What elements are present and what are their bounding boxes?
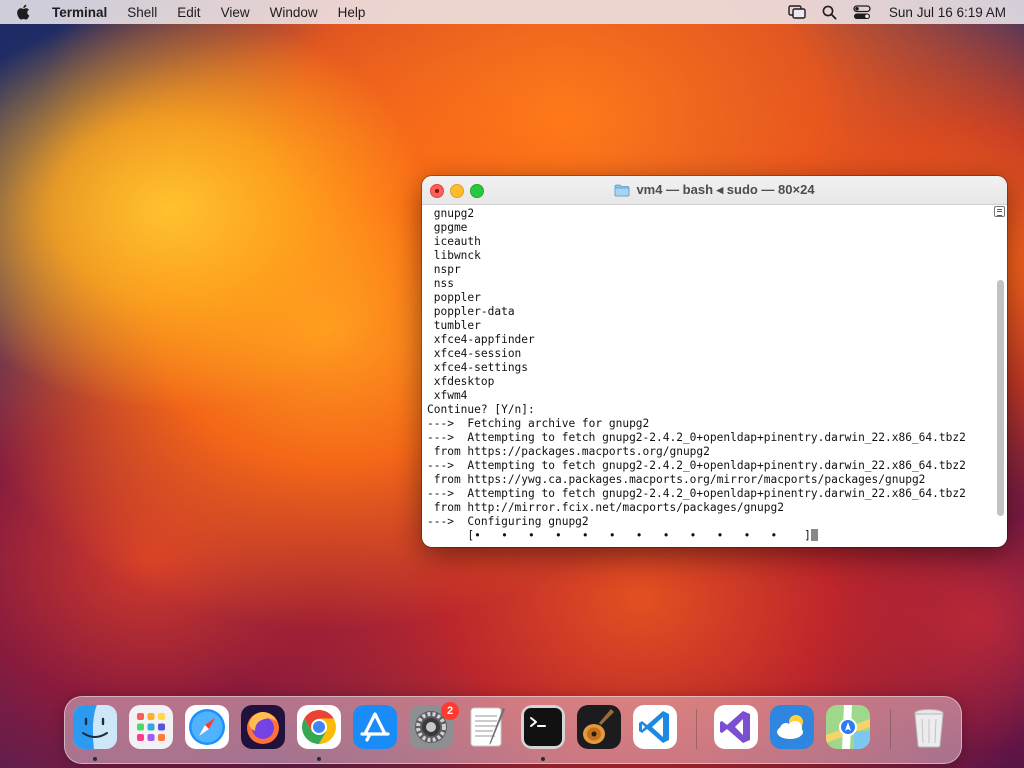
terminal-line: nss	[427, 277, 454, 290]
finder-icon	[73, 705, 117, 749]
menu-shell[interactable]: Shell	[127, 5, 157, 20]
terminal-title-text: vm4 — bash ◂ sudo — 80×24	[636, 182, 815, 197]
terminal-line: xfwm4	[427, 389, 468, 402]
terminal-line: gpgme	[427, 221, 468, 234]
terminal-line: tumbler	[427, 319, 481, 332]
vscode-icon	[633, 705, 677, 749]
terminal-line: ---> Attempting to fetch gnupg2-2.4.2_0+…	[427, 459, 966, 472]
menu-bar: Terminal Shell Edit View Window Help Sun…	[0, 0, 1024, 24]
terminal-line: iceauth	[427, 235, 481, 248]
launchpad-icon	[129, 705, 173, 749]
menu-bar-status-area: Sun Jul 16 6:19 AM	[772, 0, 1006, 24]
menu-window[interactable]: Window	[270, 5, 318, 20]
terminal-line: ---> Fetching archive for gnupg2	[427, 417, 650, 430]
dock-visual-studio[interactable]	[714, 705, 758, 749]
apple-menu-icon[interactable]	[16, 4, 38, 20]
terminal-running-indicator	[541, 757, 545, 761]
trash-icon	[914, 709, 944, 748]
dock-separator	[890, 709, 891, 749]
terminal-line: xfdesktop	[427, 375, 495, 388]
terminal-title-bar[interactable]: vm4 — bash ◂ sudo — 80×24	[422, 176, 1007, 205]
finder-running-indicator	[93, 757, 97, 761]
safari-icon	[185, 705, 229, 749]
terminal-line: ---> Attempting to fetch gnupg2-2.4.2_0+…	[427, 487, 966, 500]
terminal-line: xfce4-appfinder	[427, 333, 535, 346]
dock-textedit[interactable]	[465, 705, 509, 749]
menu-app-name[interactable]: Terminal	[52, 5, 107, 20]
dock-safari[interactable]	[185, 705, 229, 749]
terminal-title: vm4 — bash ◂ sudo — 80×24	[422, 176, 1007, 204]
maps-icon	[826, 705, 870, 749]
terminal-line: poppler-data	[427, 305, 515, 318]
app-store-icon	[353, 705, 397, 749]
terminal-line: gnupg2	[427, 207, 475, 220]
dock-app-store[interactable]	[353, 705, 397, 749]
terminal-line: libwnck	[427, 249, 481, 262]
dock-trash[interactable]	[907, 705, 951, 749]
terminal-window: vm4 — bash ◂ sudo — 80×24 gnupg2 gpgme i…	[422, 176, 1007, 547]
dock-vscode[interactable]	[633, 705, 677, 749]
terminal-line: Continue? [Y/n]:	[427, 403, 535, 416]
terminal-scrollbar[interactable]	[997, 280, 1004, 516]
terminal-line: ---> Configuring gnupg2	[427, 515, 589, 528]
terminal-line: xfce4-settings	[427, 361, 529, 374]
firefox-icon	[241, 705, 285, 749]
chrome-running-indicator	[317, 757, 321, 761]
dock-separator	[696, 709, 697, 749]
terminal-line: nspr	[427, 263, 461, 276]
terminal-line: from http://mirror.fcix.net/macports/pac…	[427, 501, 784, 514]
terminal-icon	[521, 705, 565, 749]
dock-firefox[interactable]	[241, 705, 285, 749]
terminal-line: from https://ywg.ca.packages.macports.or…	[427, 473, 926, 486]
dock: 2	[64, 696, 962, 764]
dock-finder[interactable]	[73, 705, 117, 749]
dock-chrome[interactable]	[297, 705, 341, 749]
chrome-icon	[297, 705, 341, 749]
menu-edit[interactable]: Edit	[177, 5, 200, 20]
terminal-progress-line: [• • • • • • • • • • • • ]	[427, 529, 994, 543]
dock-weather[interactable]	[770, 705, 814, 749]
notification-badge: 2	[441, 702, 459, 720]
dock-launchpad[interactable]	[129, 705, 173, 749]
dock-garageband[interactable]	[577, 705, 621, 749]
weather-icon	[770, 705, 814, 749]
menu-view[interactable]: View	[221, 5, 250, 20]
spotlight-search-icon[interactable]	[822, 5, 837, 20]
dock-maps[interactable]	[826, 705, 870, 749]
visual-studio-icon	[714, 705, 758, 749]
progress-bar-text: [• • • • • • • • • • • • ]	[427, 529, 811, 542]
terminal-line: xfce4-session	[427, 347, 522, 360]
menu-help[interactable]: Help	[338, 5, 366, 20]
screen-mirroring-icon[interactable]	[788, 5, 806, 19]
terminal-line: ---> Attempting to fetch gnupg2-2.4.2_0+…	[427, 431, 966, 444]
terminal-line: from https://packages.macports.org/gnupg…	[427, 445, 710, 458]
dock-terminal[interactable]	[521, 705, 565, 749]
garageband-icon	[577, 705, 621, 749]
control-center-icon[interactable]	[853, 4, 871, 20]
menu-bar-clock[interactable]: Sun Jul 16 6:19 AM	[889, 5, 1006, 20]
marks-toggle-icon[interactable]	[994, 206, 1005, 217]
textedit-icon	[470, 707, 505, 747]
folder-icon	[614, 184, 630, 197]
terminal-output[interactable]: gnupg2 gpgme iceauth libwnck nspr nss po…	[422, 205, 994, 547]
text-cursor	[810, 529, 818, 541]
terminal-line: poppler	[427, 291, 481, 304]
